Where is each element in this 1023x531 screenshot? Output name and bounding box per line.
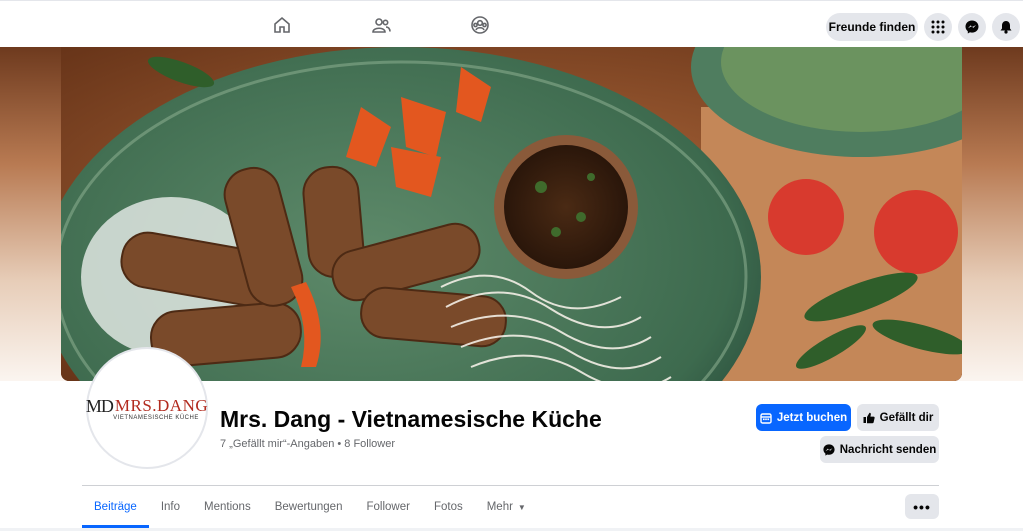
bell-icon[interactable]	[992, 13, 1020, 41]
tab-label: Mentions	[204, 501, 251, 513]
brand-logo: MD MRS.DANG	[86, 396, 208, 417]
tab-mentions[interactable]: Mentions	[192, 486, 263, 528]
page-title: Mrs. Dang - Vietnamesische Küche	[220, 406, 602, 432]
tab-more[interactable]: Mehr ▼	[475, 486, 538, 528]
page-stats: 7 „Gefällt mir“-Angaben • 8 Follower	[220, 438, 396, 450]
logo-wordmark: MRS.DANG	[114, 396, 209, 415]
thumbs-up-icon	[863, 412, 875, 423]
calendar-icon	[760, 412, 772, 424]
send-message-label: Nachricht senden	[839, 443, 937, 456]
like-label: Gefällt dir	[879, 411, 934, 424]
tab-photos[interactable]: Fotos	[422, 486, 475, 528]
tab-label: Fotos	[433, 501, 463, 513]
profile-tabs: Beiträge Info Mentions Bewertungen Follo…	[82, 486, 538, 528]
apps-grid-icon[interactable]	[924, 13, 952, 41]
tab-followers[interactable]: Follower	[354, 486, 421, 528]
cover-photo[interactable]	[61, 47, 962, 381]
book-now-label: Jetzt buchen	[776, 411, 848, 424]
tab-label: Info	[160, 501, 181, 513]
messenger-icon	[823, 443, 835, 456]
groups-icon[interactable]	[470, 15, 490, 35]
home-icon[interactable]	[272, 15, 292, 35]
tab-label: Beiträge	[94, 501, 137, 513]
send-message-button[interactable]: Nachricht senden	[820, 436, 939, 463]
chevron-down-icon: ▼	[517, 502, 526, 512]
tab-label: Bewertungen	[274, 501, 343, 513]
friends-icon[interactable]	[371, 15, 391, 35]
logo-tagline: VIETNAMESISCHE KÜCHE	[113, 414, 199, 421]
tab-posts[interactable]: Beiträge	[82, 486, 149, 528]
tab-label: Mehr	[486, 501, 513, 513]
logo-monogram: MD	[85, 395, 114, 416]
top-navigation-bar: Freunde finden	[0, 0, 1023, 47]
more-options-button[interactable]: •••	[905, 494, 939, 519]
tab-label: Follower	[366, 501, 410, 513]
tab-info[interactable]: Info	[149, 486, 192, 528]
find-friends-button[interactable]: Freunde finden	[826, 13, 918, 41]
like-page-button[interactable]: Gefällt dir	[857, 404, 939, 431]
profile-avatar[interactable]: MD MRS.DANG VIETNAMESISCHE KÜCHE	[86, 347, 208, 469]
messenger-icon[interactable]	[958, 13, 986, 41]
book-now-button[interactable]: Jetzt buchen	[756, 404, 851, 431]
tab-reviews[interactable]: Bewertungen	[263, 486, 355, 528]
